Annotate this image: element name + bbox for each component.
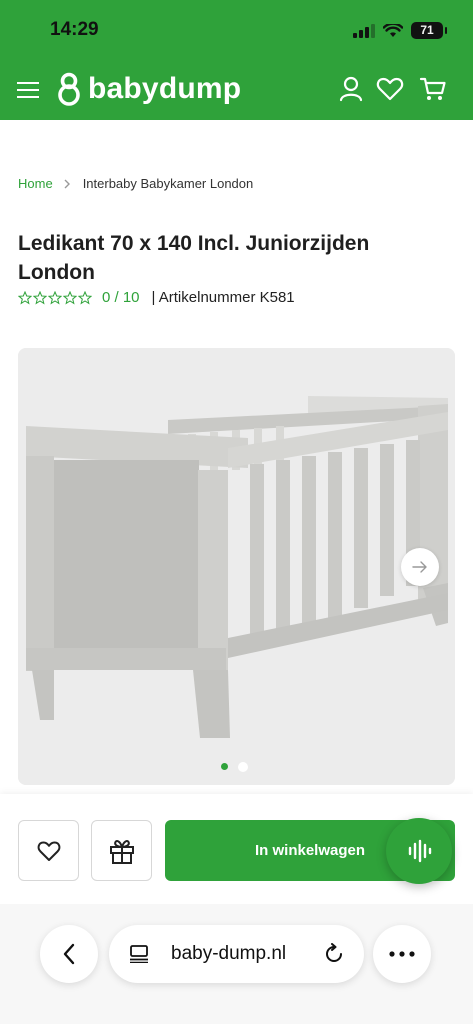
reload-icon[interactable] (323, 943, 345, 965)
gallery-pagination (221, 762, 248, 772)
menu-icon[interactable] (16, 78, 40, 102)
ellipsis-icon (389, 951, 415, 957)
rating-row: 0 / 10 | Artikelnummer K581 (18, 289, 295, 306)
star-icon (78, 290, 92, 304)
product-image-gallery[interactable] (18, 348, 455, 785)
brand-logo[interactable]: babydump (56, 72, 241, 106)
breadcrumb-current-link[interactable]: Interbaby Babykamer London (83, 176, 254, 191)
article-number: | Artikelnummer K581 (151, 289, 295, 306)
heart-icon[interactable] (375, 74, 405, 104)
star-icon (33, 290, 47, 304)
url-text: baby-dump.nl (171, 943, 287, 964)
audio-wave-icon (408, 839, 432, 863)
wishlist-button[interactable] (18, 820, 79, 881)
logo-mark-icon (58, 72, 80, 106)
status-bar: 14:29 71 (0, 0, 473, 62)
pagination-dot[interactable] (238, 762, 248, 772)
chevron-left-icon (63, 943, 75, 965)
site-header: babydump (0, 62, 473, 120)
breadcrumb: Home Interbaby Babykamer London (18, 176, 253, 191)
cellular-icon (353, 23, 375, 38)
more-options-button[interactable] (373, 925, 431, 983)
star-icon (18, 290, 32, 304)
status-time: 14:29 (50, 19, 99, 40)
product-title: Ledikant 70 x 140 Incl. Juniorzijden Lon… (18, 232, 370, 284)
next-image-button[interactable] (401, 548, 439, 586)
back-button[interactable] (40, 925, 98, 983)
arrow-right-icon (412, 561, 427, 573)
page-menu-icon[interactable] (129, 945, 149, 963)
rating-stars[interactable] (18, 290, 92, 305)
heart-icon (37, 841, 60, 861)
voice-search-button[interactable] (386, 818, 452, 884)
brand-name: babydump (88, 72, 242, 105)
wifi-icon (383, 23, 403, 37)
star-icon (63, 290, 77, 304)
status-icons: 71 (353, 22, 447, 39)
rating-score: 0 / 10 (102, 289, 140, 306)
breadcrumb-home-link[interactable]: Home (18, 176, 53, 191)
crib-product-image (18, 348, 455, 785)
browser-toolbar: baby-dump.nl (0, 904, 473, 1024)
gift-icon (109, 839, 134, 864)
product-action-bar: In winkelwagen (0, 794, 473, 904)
pagination-dot-active[interactable] (221, 763, 228, 770)
battery-icon: 71 (411, 22, 447, 39)
account-icon[interactable] (336, 74, 366, 104)
star-icon (48, 290, 62, 304)
address-bar[interactable]: baby-dump.nl (109, 925, 364, 983)
chevron-right-icon (64, 179, 70, 188)
cart-icon[interactable] (418, 74, 448, 104)
gift-button[interactable] (91, 820, 152, 881)
